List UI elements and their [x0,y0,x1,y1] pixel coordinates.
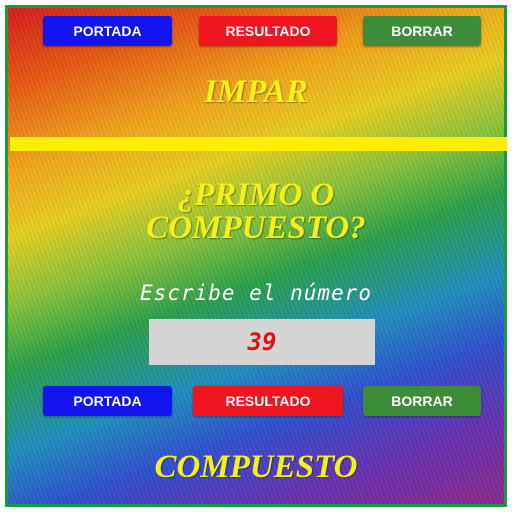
number-input-label: Escribe el número [140,281,372,305]
question-heading: ¿PRIMO O COMPUESTO? [0,179,512,245]
resultado-button-bottom[interactable]: RESULTADO [193,386,343,416]
resultado-button-top[interactable]: RESULTADO [199,16,337,46]
borrar-button-top[interactable]: BORRAR [363,16,481,46]
question-line-2: COMPUESTO? [146,210,366,246]
final-result-text: COMPUESTO [154,449,358,485]
borrar-button-bottom[interactable]: BORRAR [363,386,481,416]
yellow-divider [10,137,507,151]
parity-result-text: IMPAR [204,74,308,110]
question-line-1: ¿PRIMO O [177,177,335,213]
portada-button-top[interactable]: PORTADA [43,16,172,46]
number-input-field[interactable]: 39 [149,319,375,365]
portada-button-bottom[interactable]: PORTADA [43,386,172,416]
